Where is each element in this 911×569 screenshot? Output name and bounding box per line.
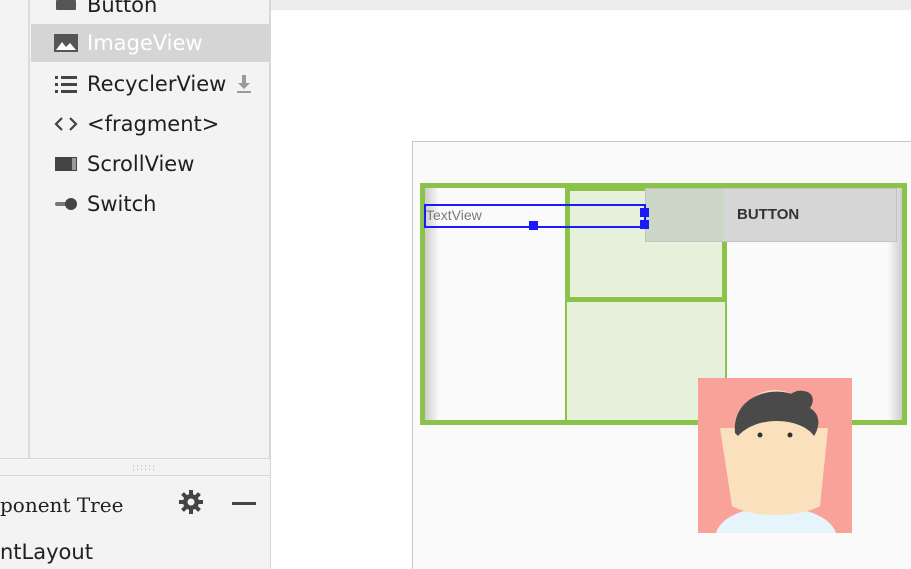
palette-item-fragment[interactable]: <fragment>: [31, 105, 269, 143]
panel-splitter[interactable]: ::::::: [0, 458, 270, 475]
avatar: [698, 378, 852, 533]
code-icon: [49, 105, 83, 143]
splitter-grip: ::::::: [132, 463, 157, 473]
palette-item-switch[interactable]: Switch: [31, 185, 269, 223]
button-icon: [49, 0, 83, 24]
textview-widget-label: TextView: [426, 207, 482, 223]
palette-item-button[interactable]: Button: [31, 0, 269, 24]
component-tree-header: ponent Tree: [0, 475, 270, 533]
switch-icon: [49, 185, 83, 223]
palette-item-label: Button: [87, 0, 158, 17]
palette-item-scrollview[interactable]: ScrollView: [31, 145, 269, 183]
palette-item-label: RecyclerView: [87, 72, 227, 96]
palette-item-label: <fragment>: [87, 112, 220, 136]
button-widget-label: BUTTON: [737, 206, 800, 223]
image-icon: [49, 24, 83, 62]
gear-icon[interactable]: [178, 489, 204, 519]
resize-handle-bottom[interactable]: [529, 221, 538, 230]
palette-divider: [28, 0, 30, 458]
palette-item-label: ImageView: [87, 31, 203, 55]
list-icon: [49, 65, 83, 103]
palette-item-recyclerview[interactable]: RecyclerView: [31, 65, 269, 103]
download-icon[interactable]: [234, 73, 254, 95]
canvas-toolbar-strip: [271, 0, 911, 10]
scrollview-icon: [49, 145, 83, 183]
imageview-widget[interactable]: [698, 378, 852, 533]
palette-item-label: Switch: [87, 192, 157, 216]
palette-item-label: ScrollView: [87, 152, 195, 176]
tree-item-root[interactable]: ntLayout: [0, 532, 270, 569]
minimize-icon[interactable]: [232, 502, 256, 505]
resize-handle-corner[interactable]: [640, 220, 649, 229]
component-tree-title: ponent Tree: [0, 493, 124, 517]
resize-handle-right[interactable]: [640, 208, 649, 217]
button-overlap-highlight: [646, 189, 724, 241]
tree-item-label: ntLayout: [0, 540, 93, 564]
palette-item-imageview[interactable]: ImageView: [31, 24, 269, 62]
